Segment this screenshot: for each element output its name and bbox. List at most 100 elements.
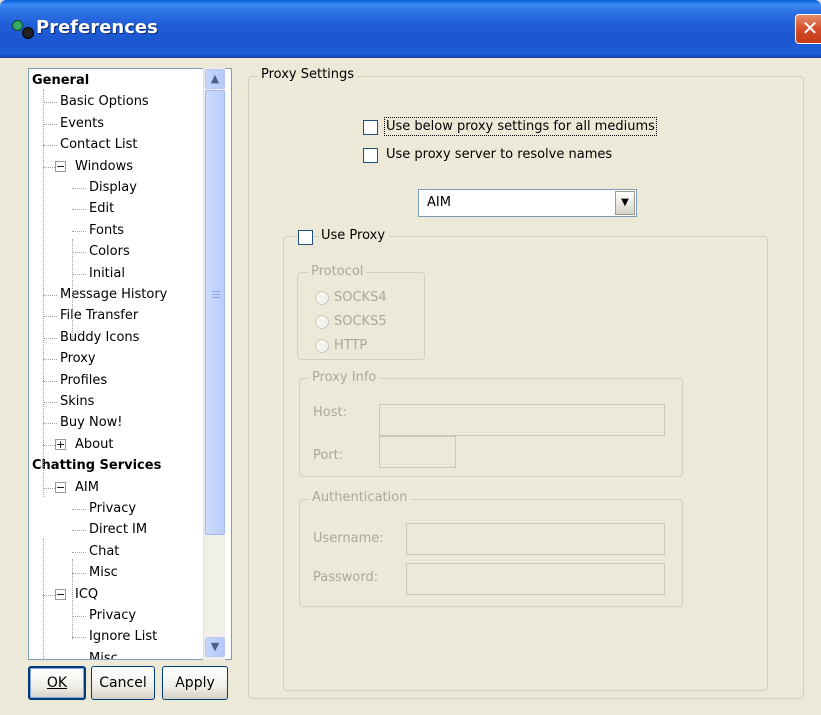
proxy-settings-label: Proxy Settings: [258, 67, 358, 82]
tree-item-ignore-list[interactable]: Ignore List: [89, 626, 157, 647]
tree-connector: [43, 337, 57, 339]
socks5-label: SOCKS5: [334, 314, 387, 329]
tree-item-fonts[interactable]: Fonts: [89, 220, 124, 241]
tree-scrollbar[interactable]: ▲ ▼: [203, 68, 225, 660]
app-icon: [10, 20, 36, 42]
preferences-window: Preferences ✕ General Basic Options Events…: [0, 0, 821, 715]
tree-connector: [72, 658, 86, 659]
tree-connector: [72, 637, 86, 639]
protocol-label: Protocol: [308, 264, 367, 279]
apply-button[interactable]: Apply: [162, 666, 228, 700]
cancel-button-label: Cancel: [99, 675, 147, 691]
tree-connector: [43, 102, 57, 104]
tree-connector: [72, 188, 86, 189]
tree-item-events[interactable]: Events: [60, 113, 104, 134]
port-input[interactable]: [379, 436, 456, 468]
tree-connector: [43, 123, 57, 125]
use-proxy-checkbox[interactable]: [298, 230, 313, 245]
scroll-up-icon[interactable]: ▲: [205, 69, 225, 89]
expand-icon[interactable]: +: [55, 438, 66, 450]
tree-connector: [72, 273, 86, 275]
tree-item-misc[interactable]: Misc: [89, 562, 118, 583]
tree-item-chat[interactable]: Chat: [89, 541, 119, 562]
tree-item-windows[interactable]: Windows: [75, 156, 133, 177]
http-label: HTTP: [334, 338, 368, 353]
tree-connector: [72, 209, 86, 211]
tree-item-aim[interactable]: AIM: [75, 477, 99, 498]
tree-guide-line: [72, 239, 73, 339]
tree-guide-line: [72, 559, 73, 639]
tree-item-message-history[interactable]: Message History: [60, 284, 167, 305]
tree-connector: [43, 316, 57, 318]
tree-connector: [72, 509, 86, 510]
close-icon: ✕: [801, 16, 819, 40]
socks4-radio[interactable]: [315, 291, 329, 305]
tree-connector: [72, 616, 86, 617]
tree-item-icq[interactable]: ICQ: [75, 584, 98, 605]
tree-item-profiles[interactable]: Profiles: [60, 370, 107, 391]
tree-connector: [72, 230, 86, 232]
medium-select-value: AIM: [427, 195, 451, 210]
window-title: Preferences: [36, 17, 158, 38]
tree-connector: [43, 402, 57, 403]
tree-item-about[interactable]: About: [75, 434, 113, 455]
tree-connector: [72, 573, 86, 575]
password-input[interactable]: [406, 563, 665, 595]
preferences-tree[interactable]: General Basic Options Events Contact List Wi…: [28, 68, 232, 660]
port-label: Port:: [313, 448, 344, 463]
tree-item-proxy[interactable]: Proxy: [60, 348, 96, 369]
tree-item-direct-im[interactable]: Direct IM: [89, 519, 147, 540]
tree-guide-line: [43, 89, 44, 497]
tree-connector: [72, 252, 86, 254]
tree-item-misc[interactable]: Misc: [89, 648, 118, 659]
tree-item-basic-options[interactable]: Basic Options: [60, 91, 149, 112]
resolve-names-label: Use proxy server to resolve names: [386, 147, 613, 162]
resolve-names-checkbox[interactable]: [363, 148, 378, 163]
tree-item-general[interactable]: General: [32, 70, 89, 91]
proxy-info-label: Proxy Info: [309, 370, 380, 385]
title-bar[interactable]: Preferences ✕: [0, 0, 821, 58]
tree-connector: [43, 380, 57, 382]
use-proxy-label: Use Proxy: [319, 228, 390, 243]
close-button[interactable]: ✕: [795, 14, 821, 44]
username-input[interactable]: [406, 523, 665, 555]
ok-button-label: OK: [46, 675, 68, 691]
tree-connector: [72, 530, 86, 532]
host-label: Host:: [313, 405, 347, 420]
username-label: Username:: [313, 531, 384, 546]
scroll-down-icon[interactable]: ▼: [205, 637, 225, 657]
tree-guide-line: [43, 539, 44, 659]
password-label: Password:: [313, 570, 379, 585]
tree-item-edit[interactable]: Edit: [89, 198, 114, 219]
tree-item-initial[interactable]: Initial: [89, 263, 125, 284]
tree-item-chatting-services[interactable]: Chatting Services: [32, 455, 161, 476]
chevron-down-icon[interactable]: ▼: [615, 191, 635, 215]
http-radio[interactable]: [315, 339, 329, 353]
socks5-radio[interactable]: [315, 315, 329, 329]
tree-item-display[interactable]: Display: [89, 177, 137, 198]
ok-button[interactable]: OK: [28, 666, 86, 700]
all-mediums-label: Use below proxy settings for all mediums: [384, 117, 657, 136]
collapse-icon[interactable]: −: [55, 160, 66, 172]
tree-item-buy-now[interactable]: Buy Now!: [60, 412, 123, 433]
apply-button-label: Apply: [175, 675, 215, 691]
socks4-label: SOCKS4: [334, 290, 387, 305]
tree-connector: [43, 145, 57, 147]
tree-connector: [72, 551, 86, 553]
tree-connector: [43, 423, 57, 425]
authentication-label: Authentication: [309, 490, 411, 505]
all-mediums-checkbox[interactable]: [363, 120, 378, 135]
tree-connector: [43, 359, 57, 361]
medium-select[interactable]: AIM ▼: [418, 189, 637, 217]
collapse-icon[interactable]: −: [55, 481, 66, 493]
scroll-thumb[interactable]: [205, 90, 225, 535]
tree-item-skins[interactable]: Skins: [60, 391, 94, 412]
tree-item-contact-list[interactable]: Contact List: [60, 134, 137, 155]
host-input[interactable]: [379, 404, 665, 436]
tree-item-privacy[interactable]: Privacy: [89, 498, 136, 519]
tree-item-privacy[interactable]: Privacy: [89, 605, 136, 626]
tree-item-colors[interactable]: Colors: [89, 241, 130, 262]
cancel-button[interactable]: Cancel: [91, 666, 155, 700]
collapse-icon[interactable]: −: [55, 588, 66, 600]
tree-connector: [43, 295, 57, 296]
